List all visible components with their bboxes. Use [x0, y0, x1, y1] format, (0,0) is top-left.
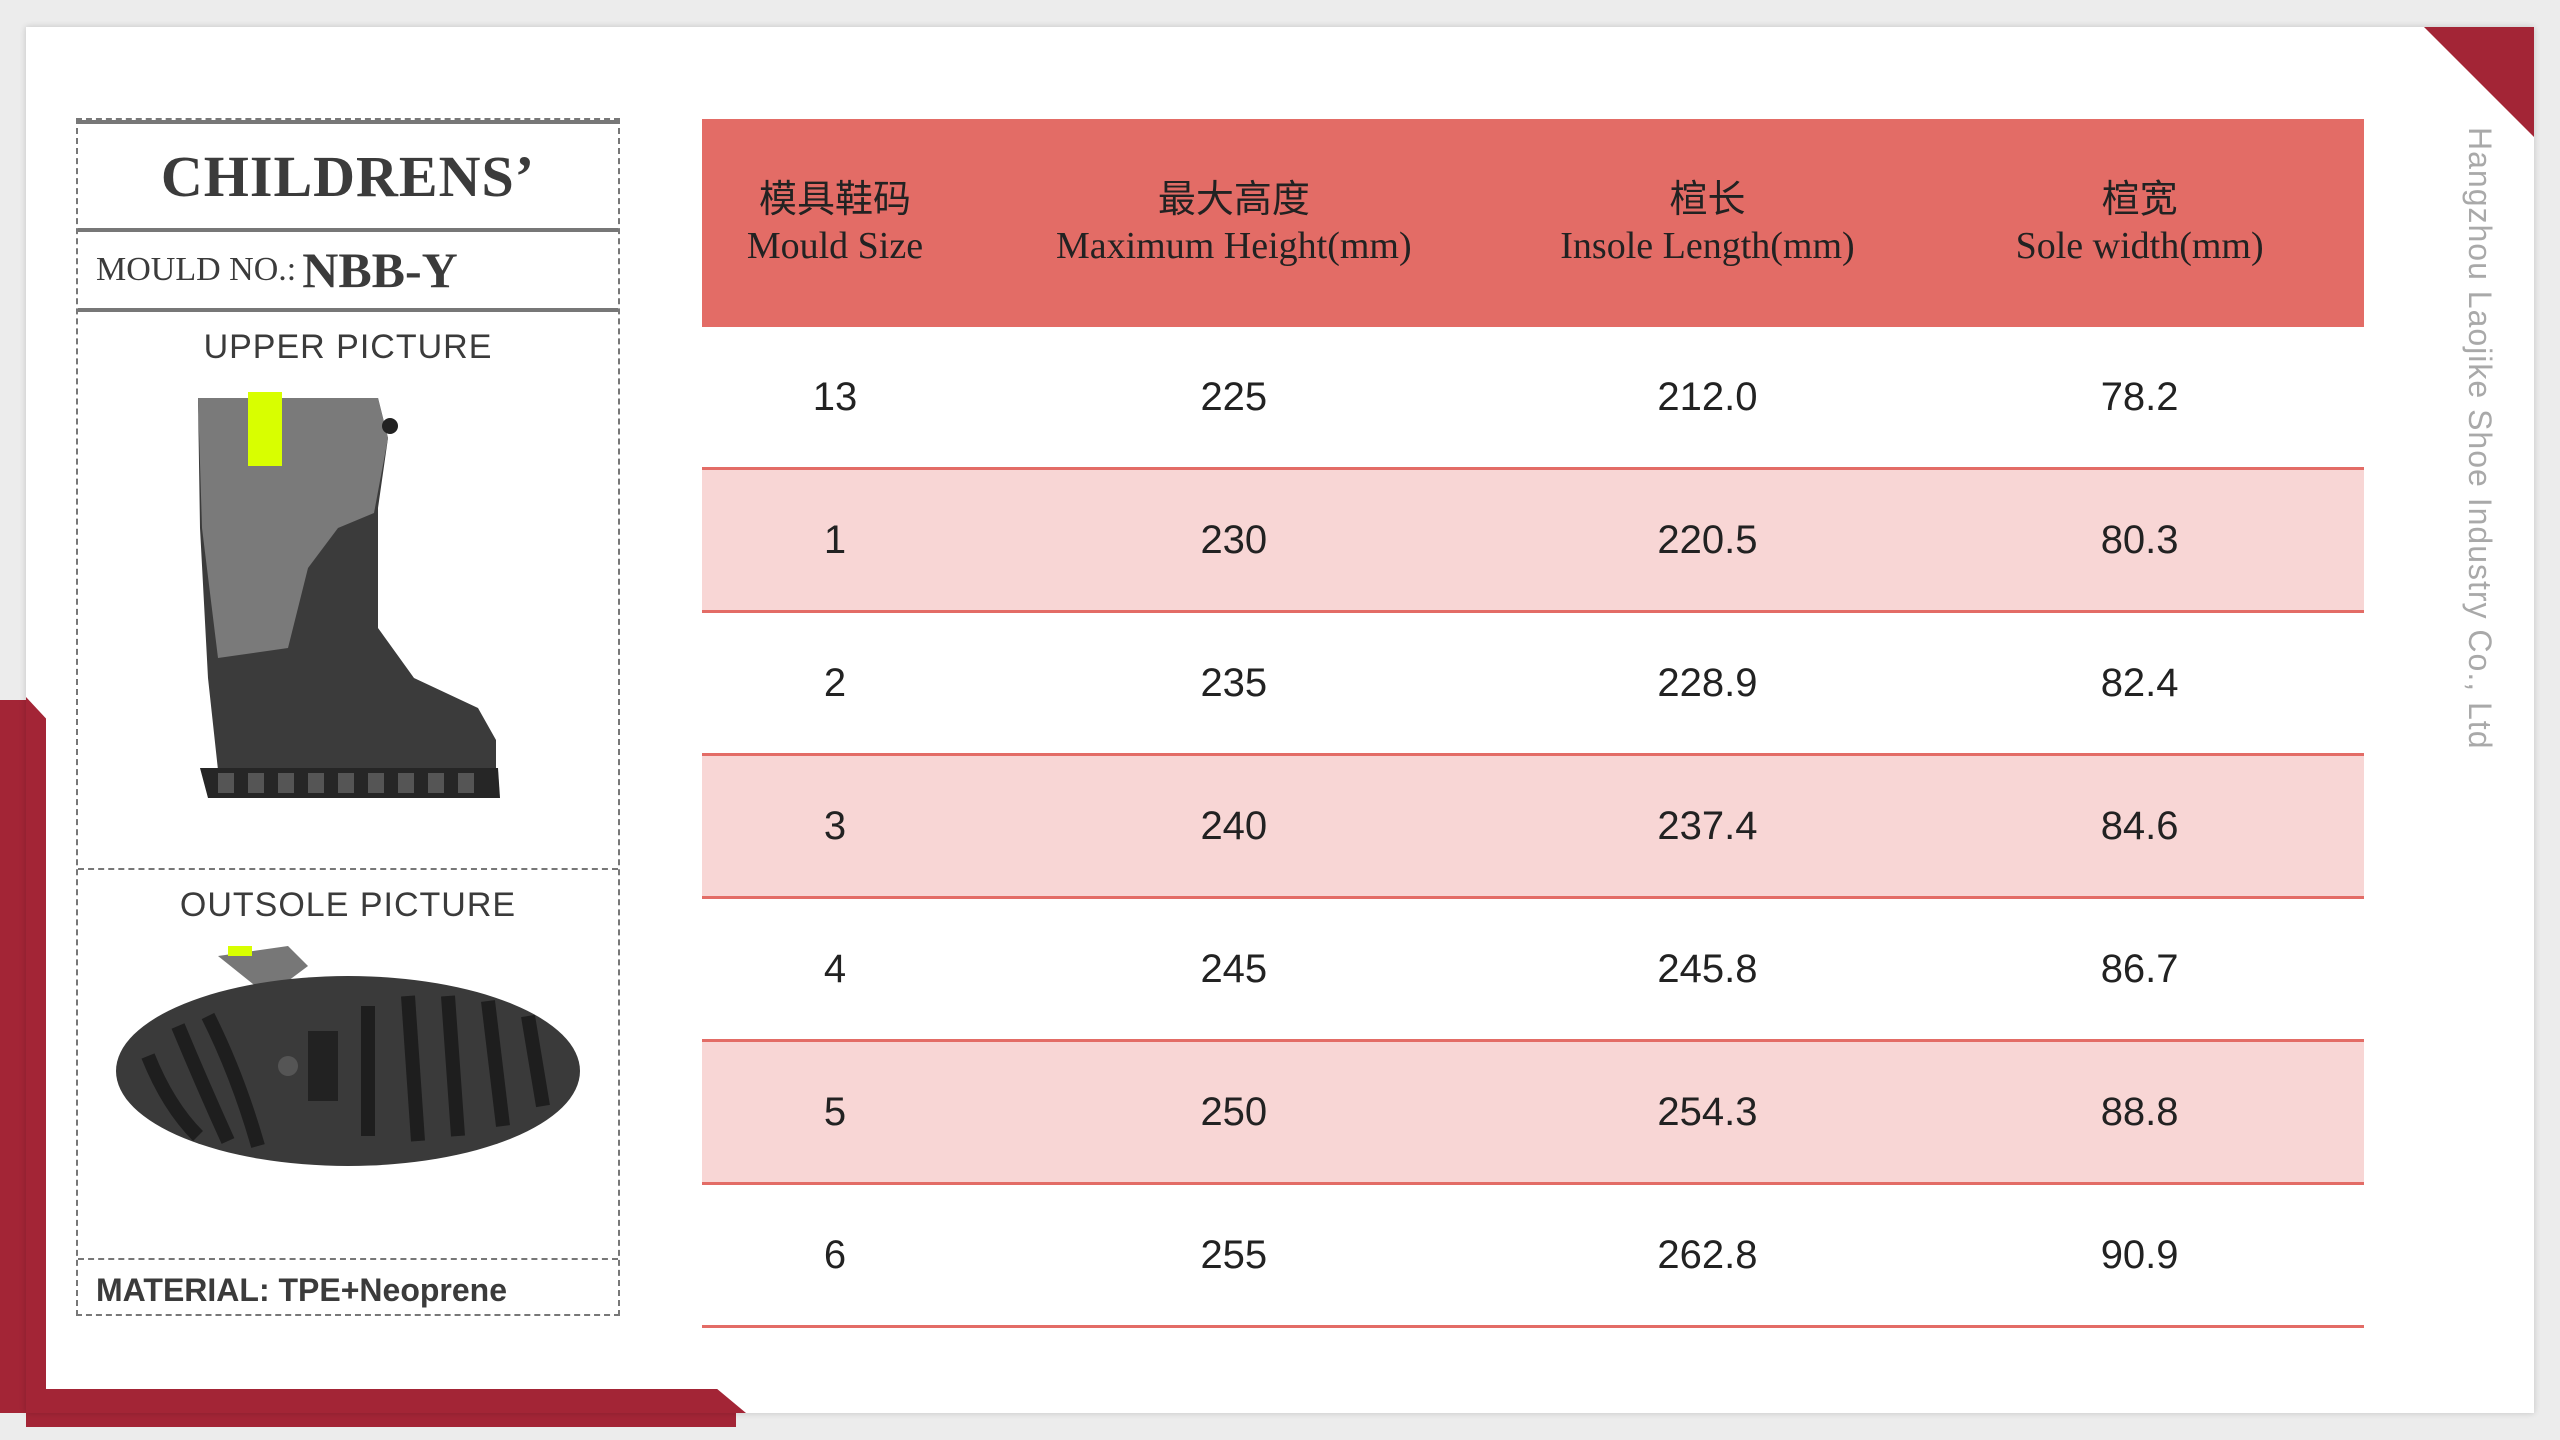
table-cell: 262.8	[1499, 1183, 1916, 1328]
outsole-picture-label: OUTSOLE PICTURE	[179, 886, 517, 924]
upper-picture-section: UPPER PICTURE	[78, 312, 618, 870]
bottom-edge-accent	[26, 1413, 736, 1427]
table-cell: 245.8	[1499, 897, 1916, 1042]
outsole-image	[116, 946, 580, 1166]
title-box: CHILDRENS’	[78, 120, 618, 232]
table-cell: 82.4	[1915, 611, 2364, 756]
table-row: 1 230 220.5 80.3	[702, 468, 2364, 613]
table-cell: 235	[967, 611, 1500, 756]
table-cell: 90.9	[1915, 1183, 2364, 1328]
table-cell: 255	[967, 1183, 1500, 1328]
header-en: Sole width(mm)	[2015, 225, 2264, 267]
table-cell: 84.6	[1915, 754, 2364, 899]
size-table: 模具鞋码 Mould Size 最大高度 Maximum Height(mm) 楦长…	[702, 119, 2364, 1328]
table-cell: 80.3	[1915, 468, 2364, 613]
corner-accent	[2424, 27, 2534, 137]
header-cn: 最大高度	[1157, 179, 1310, 221]
table-cell: 6	[702, 1183, 968, 1328]
mould-number: MOULD NO.: NBB-Y	[78, 232, 618, 312]
table-cell: 220.5	[1499, 468, 1916, 613]
table-cell: 86.7	[1915, 897, 2364, 1042]
table-cell: 2	[702, 611, 968, 756]
table-cell: 225	[967, 327, 1500, 470]
header-en: Maximum Height(mm)	[1055, 225, 1412, 267]
bottom-strip-accent	[26, 1389, 746, 1413]
table-row: 3 240 237.4 84.6	[702, 754, 2364, 899]
table-cell: 5	[702, 1040, 968, 1185]
table-cell: 254.3	[1499, 1040, 1916, 1185]
header-cn: 楦长	[1669, 179, 1746, 221]
table-cell: 237.4	[1499, 754, 1916, 899]
header-sole-width: 楦宽 Sole width(mm)	[1915, 119, 2364, 327]
table-row: 4 245 245.8 86.7	[702, 897, 2364, 1042]
table-cell: 228.9	[1499, 611, 1916, 756]
table-cell: 212.0	[1499, 327, 1916, 470]
table-row: 13 225 212.0 78.2	[702, 327, 2364, 470]
slide: CHILDRENS’ MOULD NO.: NBB-Y UPPER PICTUR…	[26, 27, 2534, 1413]
table-cell: 13	[702, 327, 968, 470]
company-name-vertical: Hangzhou Laojike Shoe Industry Co., Ltd	[2462, 127, 2498, 750]
mould-label: MOULD NO.:	[96, 251, 297, 288]
outsole-picture-section: OUTSOLE PICTURE	[78, 870, 618, 1260]
product-panel: CHILDRENS’ MOULD NO.: NBB-Y UPPER PICTUR…	[76, 118, 620, 1316]
header-max-height: 最大高度 Maximum Height(mm)	[967, 119, 1500, 327]
table-row: 5 250 254.3 88.8	[702, 1040, 2364, 1185]
table-cell: 3	[702, 754, 968, 899]
header-mould-size: 模具鞋码 Mould Size	[702, 119, 968, 327]
left-edge-accent	[0, 700, 26, 1413]
product-title: CHILDRENS’	[160, 143, 536, 209]
table-cell: 245	[967, 897, 1500, 1042]
table-cell: 250	[967, 1040, 1500, 1185]
header-cn: 楦宽	[2101, 179, 2178, 221]
boot-upper-image	[198, 392, 500, 798]
table-cell: 78.2	[1915, 327, 2364, 470]
header-en: Insole Length(mm)	[1560, 225, 1855, 267]
upper-picture-label: UPPER PICTURE	[203, 328, 493, 366]
left-strip-accent	[26, 697, 46, 1413]
header-insole-length: 楦长 Insole Length(mm)	[1499, 119, 1916, 327]
table-row: 6 255 262.8 90.9	[702, 1183, 2364, 1328]
table-cell: 4	[702, 897, 968, 1042]
header-en: Mould Size	[746, 225, 924, 267]
table-cell: 230	[967, 468, 1500, 613]
mould-value: NBB-Y	[302, 242, 458, 298]
table-cell: 88.8	[1915, 1040, 2364, 1185]
size-table-wrapper: 模具鞋码 Mould Size 最大高度 Maximum Height(mm) 楦长…	[702, 119, 2364, 1328]
table-cell: 240	[967, 754, 1500, 899]
table-header-row: 模具鞋码 Mould Size 最大高度 Maximum Height(mm) 楦长…	[702, 119, 2364, 327]
material-label: MATERIAL: TPE+Neoprene	[96, 1271, 507, 1308]
table-cell: 1	[702, 468, 968, 613]
table-row: 2 235 228.9 82.4	[702, 611, 2364, 756]
header-cn: 模具鞋码	[758, 179, 911, 221]
